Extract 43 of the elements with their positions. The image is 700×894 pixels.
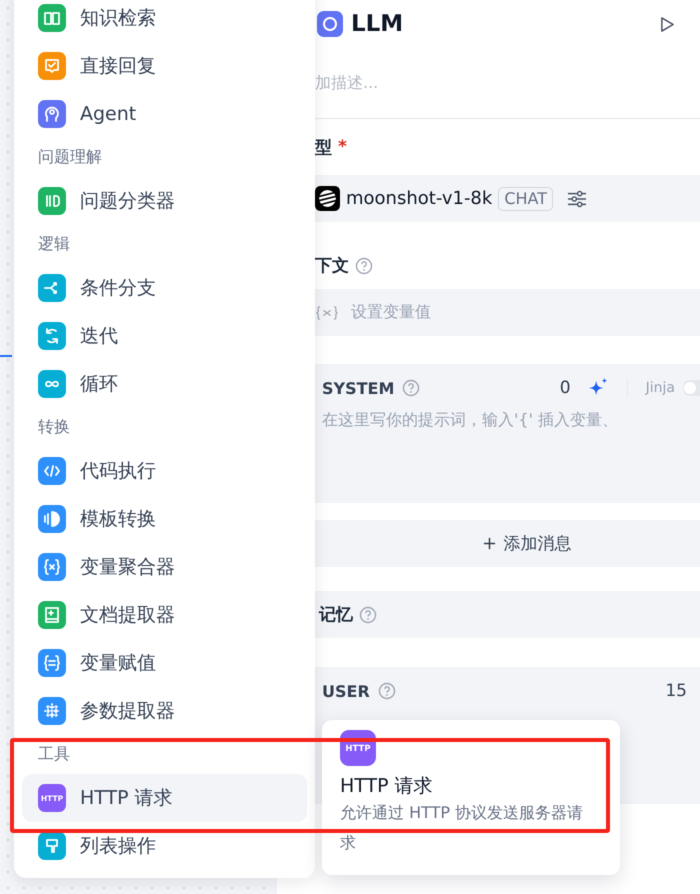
model-badge: CHAT bbox=[498, 186, 553, 210]
token-count: 0 bbox=[560, 378, 571, 398]
menu-item[interactable]: Agent bbox=[22, 90, 307, 138]
section-header: 逻辑 bbox=[37, 233, 71, 255]
role-label: USER bbox=[322, 682, 370, 700]
menu-item[interactable]: 循环 bbox=[22, 360, 307, 408]
llm-icon bbox=[317, 11, 343, 37]
help-icon[interactable] bbox=[359, 606, 377, 624]
menu-item[interactable]: 文档提取器 bbox=[22, 591, 307, 639]
jinja-label: Jinja bbox=[646, 380, 675, 396]
section-header: 问题理解 bbox=[37, 146, 103, 168]
help-icon[interactable] bbox=[378, 682, 396, 700]
field-label: 记忆 bbox=[319, 604, 353, 626]
section-header: 转换 bbox=[37, 416, 71, 438]
menu-item[interactable]: 问题分类器 bbox=[22, 177, 307, 225]
menu-item[interactable]: 列表操作 bbox=[22, 822, 307, 870]
field-label: 型 bbox=[315, 136, 332, 158]
field-label: 下文 bbox=[315, 255, 349, 277]
tooltip-title: HTTP 请求 bbox=[340, 774, 434, 798]
menu-item[interactable]: 条件分支 bbox=[22, 264, 307, 312]
menu-item[interactable]: 知识检索 bbox=[22, 0, 307, 42]
menu-item[interactable]: 变量聚合器 bbox=[22, 543, 307, 591]
sliders-icon[interactable] bbox=[567, 190, 587, 208]
menu-item[interactable]: 直接回复 bbox=[22, 42, 307, 90]
plus-icon bbox=[482, 537, 496, 550]
model-selector[interactable]: moonshot-v1-8k CHAT bbox=[315, 175, 700, 222]
connector-line bbox=[0, 355, 12, 357]
variable-icon bbox=[315, 304, 339, 320]
tooltip-description: 允许通过 HTTP 协议发送服务器请求 bbox=[340, 802, 584, 854]
help-icon[interactable] bbox=[355, 256, 373, 274]
menu-item[interactable]: 代码执行 bbox=[22, 447, 307, 495]
help-icon[interactable] bbox=[402, 379, 420, 397]
section-header: 工具 bbox=[37, 743, 71, 765]
menu-item[interactable]: 模板转换 bbox=[22, 495, 307, 543]
menu-item[interactable]: 变量赋值 bbox=[22, 639, 307, 687]
node-title: LLM bbox=[351, 11, 404, 37]
role-label: SYSTEM bbox=[322, 378, 394, 398]
play-icon[interactable] bbox=[660, 16, 675, 32]
required-mark: * bbox=[338, 137, 347, 157]
jinja-toggle[interactable] bbox=[683, 380, 700, 396]
menu-item[interactable]: 迭代 bbox=[22, 312, 307, 360]
menu-item[interactable]: 参数提取器 bbox=[22, 687, 307, 735]
token-count: 15 bbox=[665, 681, 687, 701]
